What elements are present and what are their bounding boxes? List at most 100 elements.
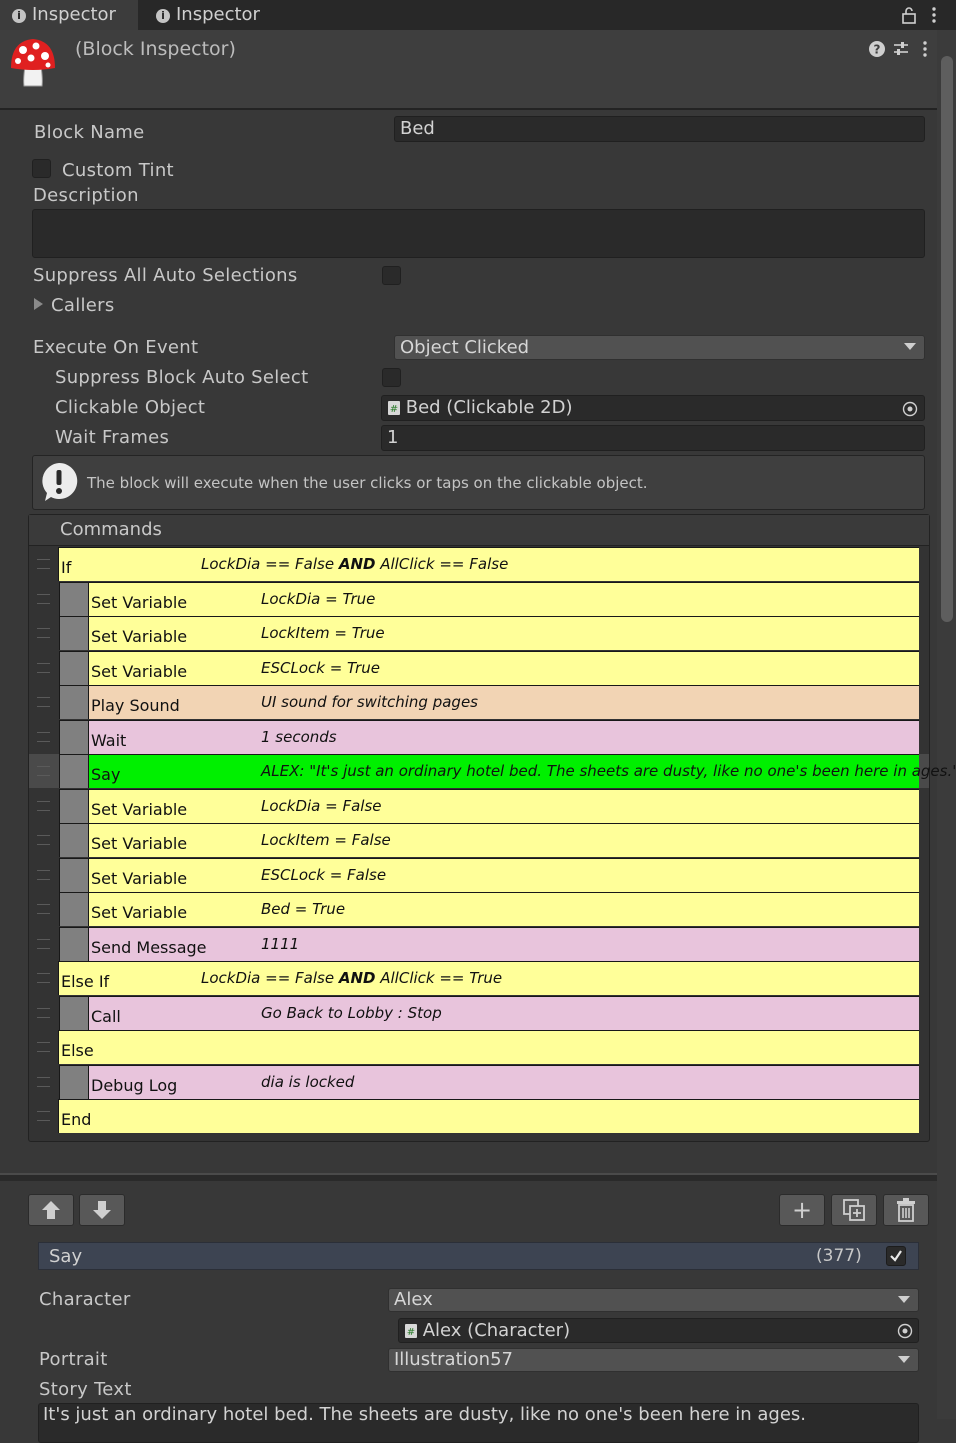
command-cell[interactable]: Call Go Back to Lobby : Stop xyxy=(88,995,919,1030)
character-object-field[interactable]: # Alex (Character) xyxy=(398,1318,919,1343)
object-picker-icon[interactable] xyxy=(897,1323,913,1339)
drag-handle-icon[interactable] xyxy=(37,731,50,742)
command-cell[interactable]: Set Variable LockDia = True xyxy=(88,581,919,616)
command-row[interactable]: Set Variable Bed = True xyxy=(29,892,929,926)
move-down-button[interactable] xyxy=(79,1194,125,1226)
command-row[interactable]: Set Variable LockItem = True xyxy=(29,616,929,650)
help-icon[interactable]: ? xyxy=(868,40,886,58)
svg-text:#: # xyxy=(390,404,398,415)
drag-handle-icon[interactable] xyxy=(37,800,50,811)
command-cell[interactable]: Send Message 1111 xyxy=(88,926,919,961)
command-row[interactable]: Say ALEX: "It's just an ordinary hotel be… xyxy=(29,754,956,788)
block-name-label: Block Name xyxy=(34,122,145,143)
character-dropdown[interactable]: Alex xyxy=(388,1288,919,1312)
drag-handle-icon[interactable] xyxy=(37,662,50,673)
drag-handle-icon[interactable] xyxy=(37,938,50,949)
indent-block xyxy=(59,892,88,926)
tab-inspector-1[interactable]: i Inspector xyxy=(0,0,138,30)
suppress-all-label: Suppress All Auto Selections xyxy=(33,265,298,286)
drag-handle-icon[interactable] xyxy=(37,628,50,638)
drag-handle-icon[interactable] xyxy=(37,766,50,776)
drag-handle-icon[interactable] xyxy=(37,973,50,983)
panel-splitter[interactable] xyxy=(0,1173,937,1181)
command-row[interactable]: Set Variable LockDia = True xyxy=(29,581,929,616)
suppress-all-checkbox[interactable] xyxy=(382,266,401,285)
character-value: Alex xyxy=(394,1289,433,1310)
drag-handle-icon[interactable] xyxy=(37,1042,50,1052)
custom-tint-checkbox[interactable] xyxy=(32,159,51,178)
command-cell[interactable]: Play Sound UI sound for switching pages xyxy=(88,685,919,719)
indent-block xyxy=(59,823,88,857)
scrollbar-thumb[interactable] xyxy=(941,56,953,622)
command-name: Set Variable xyxy=(91,661,188,681)
command-cell[interactable]: Set Variable LockItem = True xyxy=(88,616,919,650)
command-cell[interactable]: If LockDia == False AND AllClick == False xyxy=(58,547,919,581)
preset-sliders-icon[interactable] xyxy=(892,40,910,58)
command-name: Else If xyxy=(61,972,110,991)
move-up-button[interactable] xyxy=(28,1194,74,1226)
selected-command-name: Say xyxy=(49,1246,83,1267)
block-name-input[interactable]: Bed xyxy=(394,116,925,142)
command-cell[interactable]: Set Variable LockItem = False xyxy=(88,823,919,857)
add-command-button[interactable]: + xyxy=(779,1194,825,1226)
tab-inspector-2[interactable]: i Inspector xyxy=(156,0,260,30)
command-cell[interactable]: Else If LockDia == False AND AllClick == … xyxy=(58,961,919,995)
command-name: Else xyxy=(61,1041,94,1060)
command-cell[interactable]: Set Variable ESCLock = False xyxy=(88,857,919,892)
command-cell[interactable]: Set Variable Bed = True xyxy=(88,892,919,926)
command-row[interactable]: Set Variable ESCLock = True xyxy=(29,650,929,685)
more-menu-icon[interactable] xyxy=(929,6,939,24)
command-row[interactable]: End xyxy=(29,1099,929,1133)
drag-handle-icon[interactable] xyxy=(37,869,50,880)
command-row[interactable]: Call Go Back to Lobby : Stop xyxy=(29,995,929,1030)
command-name: Play Sound xyxy=(91,696,180,715)
command-row[interactable]: Debug Log dia is locked xyxy=(29,1064,929,1099)
selected-command-id: (377) xyxy=(816,1246,862,1266)
delete-command-button[interactable] xyxy=(883,1194,929,1226)
command-row[interactable]: Play Sound UI sound for switching pages xyxy=(29,685,929,719)
drag-handle-icon[interactable] xyxy=(37,1076,50,1087)
drag-handle-icon[interactable] xyxy=(37,697,50,707)
command-row[interactable]: Set Variable LockItem = False xyxy=(29,823,929,857)
command-row[interactable]: Else xyxy=(29,1030,929,1064)
command-cell[interactable]: Wait 1 seconds xyxy=(88,719,919,754)
description-textarea[interactable] xyxy=(32,209,925,258)
drag-handle-icon[interactable] xyxy=(37,559,50,569)
portrait-label: Portrait xyxy=(39,1349,108,1370)
object-picker-icon[interactable] xyxy=(902,401,918,417)
story-text-textarea[interactable]: It's just an ordinary hotel bed. The she… xyxy=(38,1403,919,1443)
trash-icon xyxy=(897,1198,915,1222)
callers-foldout-arrow-icon[interactable] xyxy=(34,298,43,310)
command-row[interactable]: Set Variable LockDia = False xyxy=(29,788,929,823)
callers-foldout[interactable]: Callers xyxy=(51,295,115,316)
portrait-dropdown[interactable]: Illustration57 xyxy=(388,1348,919,1372)
command-cell[interactable]: Debug Log dia is locked xyxy=(88,1064,919,1099)
command-cell[interactable]: Else xyxy=(58,1030,919,1064)
wait-frames-input[interactable]: 1 xyxy=(381,425,925,451)
drag-handle-icon[interactable] xyxy=(37,1007,50,1018)
suppress-block-checkbox[interactable] xyxy=(382,368,401,387)
drag-handle-icon[interactable] xyxy=(37,904,50,914)
command-row[interactable]: Send Message 1111 xyxy=(29,926,929,961)
drag-handle-icon[interactable] xyxy=(37,1111,50,1121)
command-cell[interactable]: Set Variable LockDia = False xyxy=(88,788,919,823)
command-row[interactable]: Else If LockDia == False AND AllClick == … xyxy=(29,961,929,995)
command-row[interactable]: Set Variable ESCLock = False xyxy=(29,857,929,892)
duplicate-command-button[interactable] xyxy=(831,1194,877,1226)
execute-on-event-dropdown[interactable]: Object Clicked xyxy=(394,335,925,360)
clickable-object-field[interactable]: # Bed (Clickable 2D) xyxy=(381,395,925,421)
command-cell[interactable]: End xyxy=(58,1099,919,1133)
drag-handle-icon[interactable] xyxy=(37,835,50,845)
component-menu-icon[interactable] xyxy=(920,40,930,58)
drag-handle-icon[interactable] xyxy=(37,593,50,604)
command-cell[interactable]: Say ALEX: "It's just an ordinary hotel be… xyxy=(88,754,956,788)
page-title: (Block Inspector) xyxy=(75,38,236,60)
tab-bar: i Inspector i Inspector xyxy=(0,0,956,30)
indent-block xyxy=(59,1064,88,1099)
lock-icon[interactable] xyxy=(900,5,918,25)
command-enabled-checkbox[interactable] xyxy=(886,1246,906,1266)
command-row[interactable]: Wait 1 seconds xyxy=(29,719,929,754)
command-row[interactable]: If LockDia == False AND AllClick == False xyxy=(29,547,929,581)
indent-block xyxy=(59,581,88,616)
command-cell[interactable]: Set Variable ESCLock = True xyxy=(88,650,919,685)
